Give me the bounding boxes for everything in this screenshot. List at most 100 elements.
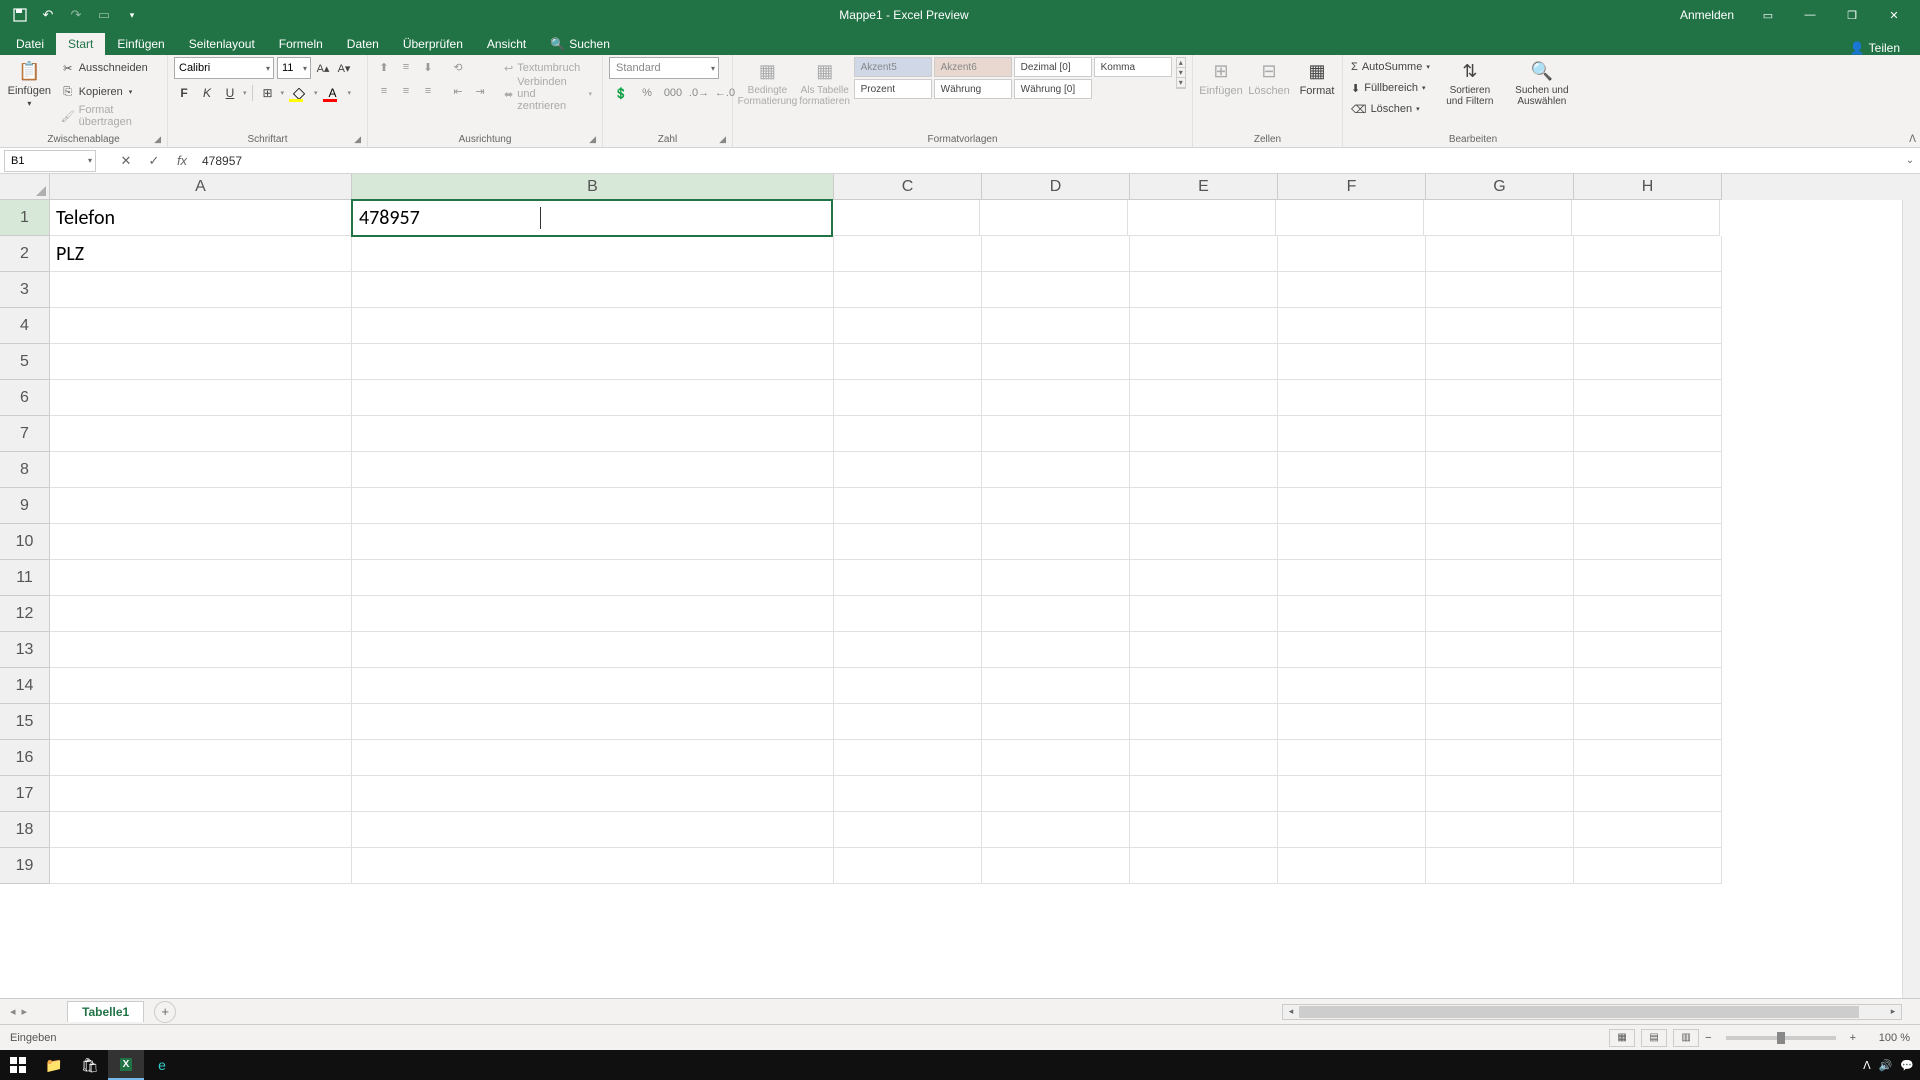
underline-button[interactable]: U bbox=[220, 83, 240, 103]
cell-E1[interactable] bbox=[1128, 200, 1276, 236]
column-header-E[interactable]: E bbox=[1130, 174, 1278, 200]
align-top-button[interactable]: ⬆ bbox=[374, 57, 394, 77]
cell-E19[interactable] bbox=[1130, 848, 1278, 884]
cell-B13[interactable] bbox=[352, 632, 834, 668]
cell-G11[interactable] bbox=[1426, 560, 1574, 596]
style-akzent5[interactable]: Akzent5 bbox=[854, 57, 932, 77]
cell-F12[interactable] bbox=[1278, 596, 1426, 632]
cell-E16[interactable] bbox=[1130, 740, 1278, 776]
cell-A11[interactable] bbox=[50, 560, 352, 596]
row-header-17[interactable]: 17 bbox=[0, 776, 50, 812]
row-header-5[interactable]: 5 bbox=[0, 344, 50, 380]
row-header-9[interactable]: 9 bbox=[0, 488, 50, 524]
cell-D4[interactable] bbox=[982, 308, 1130, 344]
cell-C10[interactable] bbox=[834, 524, 982, 560]
cell-G6[interactable] bbox=[1426, 380, 1574, 416]
cell-A9[interactable] bbox=[50, 488, 352, 524]
cell-A8[interactable] bbox=[50, 452, 352, 488]
cell-A10[interactable] bbox=[50, 524, 352, 560]
column-header-H[interactable]: H bbox=[1574, 174, 1722, 200]
cell-E7[interactable] bbox=[1130, 416, 1278, 452]
zoom-slider[interactable] bbox=[1726, 1036, 1836, 1040]
cell-F14[interactable] bbox=[1278, 668, 1426, 704]
cell-E11[interactable] bbox=[1130, 560, 1278, 596]
cell-A17[interactable] bbox=[50, 776, 352, 812]
cell-C1[interactable] bbox=[832, 200, 980, 236]
cell-H5[interactable] bbox=[1574, 344, 1722, 380]
cell-A14[interactable] bbox=[50, 668, 352, 704]
confirm-edit-button[interactable]: ✓ bbox=[144, 151, 164, 171]
decrease-font-button[interactable]: A▾ bbox=[335, 58, 353, 78]
cell-H18[interactable] bbox=[1574, 812, 1722, 848]
cell-D15[interactable] bbox=[982, 704, 1130, 740]
cell-F10[interactable] bbox=[1278, 524, 1426, 560]
tab-search[interactable]: 🔍Suchen bbox=[538, 33, 622, 55]
fill-color-button[interactable]: ◇ bbox=[287, 83, 311, 103]
cell-C3[interactable] bbox=[834, 272, 982, 308]
share-button[interactable]: 👤Teilen bbox=[1840, 41, 1910, 55]
cell-H17[interactable] bbox=[1574, 776, 1722, 812]
cell-B15[interactable] bbox=[352, 704, 834, 740]
merge-center-button[interactable]: ⬌Verbinden und zentrieren▾ bbox=[500, 83, 596, 105]
format-as-table-button[interactable]: ▦ Als Tabelle formatieren bbox=[800, 57, 850, 109]
cell-H6[interactable] bbox=[1574, 380, 1722, 416]
cell-B16[interactable] bbox=[352, 740, 834, 776]
align-left-button[interactable]: ≡ bbox=[374, 81, 394, 101]
align-middle-button[interactable]: ≡ bbox=[396, 57, 416, 77]
cell-F5[interactable] bbox=[1278, 344, 1426, 380]
cell-E17[interactable] bbox=[1130, 776, 1278, 812]
cell-D14[interactable] bbox=[982, 668, 1130, 704]
row-header-12[interactable]: 12 bbox=[0, 596, 50, 632]
cell-H14[interactable] bbox=[1574, 668, 1722, 704]
cell-A4[interactable] bbox=[50, 308, 352, 344]
insert-function-button[interactable]: fx bbox=[172, 151, 192, 171]
scroll-right-icon[interactable]: ▸ bbox=[1885, 1005, 1901, 1019]
horizontal-scrollbar[interactable]: ◂ ▸ bbox=[1282, 1004, 1902, 1020]
add-sheet-button[interactable]: + bbox=[154, 1001, 176, 1023]
redo-icon[interactable]: ↷ bbox=[66, 5, 86, 25]
qat-customize-icon[interactable]: ▾ bbox=[122, 5, 142, 25]
cut-button[interactable]: ✂Ausschneiden bbox=[57, 57, 161, 79]
cell-E12[interactable] bbox=[1130, 596, 1278, 632]
cell-F17[interactable] bbox=[1278, 776, 1426, 812]
styles-gallery-scroll[interactable]: ▴ ▾ ▾ bbox=[1176, 57, 1186, 89]
cell-B19[interactable] bbox=[352, 848, 834, 884]
zoom-out-button[interactable]: − bbox=[1705, 1032, 1711, 1044]
cell-E3[interactable] bbox=[1130, 272, 1278, 308]
cell-C15[interactable] bbox=[834, 704, 982, 740]
cell-F3[interactable] bbox=[1278, 272, 1426, 308]
format-cells-button[interactable]: ▦ Format bbox=[1295, 57, 1339, 99]
cell-G13[interactable] bbox=[1426, 632, 1574, 668]
row-header-16[interactable]: 16 bbox=[0, 740, 50, 776]
cell-B1[interactable]: 478957 bbox=[351, 199, 833, 237]
cell-H13[interactable] bbox=[1574, 632, 1722, 668]
cell-G1[interactable] bbox=[1424, 200, 1572, 236]
tab-layout[interactable]: Seitenlayout bbox=[177, 33, 267, 55]
cell-C14[interactable] bbox=[834, 668, 982, 704]
decrease-indent-button[interactable]: ⇤ bbox=[448, 81, 468, 101]
zoom-value[interactable]: 100 % bbox=[1862, 1032, 1910, 1044]
cell-C16[interactable] bbox=[834, 740, 982, 776]
sheet-nav-next-icon[interactable]: ▸ bbox=[22, 1005, 28, 1018]
align-bottom-button[interactable]: ⬇ bbox=[418, 57, 438, 77]
vertical-scrollbar[interactable] bbox=[1902, 200, 1920, 998]
style-prozent[interactable]: Prozent bbox=[854, 79, 932, 99]
cell-A19[interactable] bbox=[50, 848, 352, 884]
fill-button[interactable]: ⬇Füllbereich▾ bbox=[1349, 78, 1432, 98]
volume-icon[interactable]: 🔊 bbox=[1879, 1059, 1893, 1072]
style-waehrung0[interactable]: Währung [0] bbox=[1014, 79, 1092, 99]
cell-B7[interactable] bbox=[352, 416, 834, 452]
comma-button[interactable]: 000 bbox=[661, 83, 685, 103]
cell-A15[interactable] bbox=[50, 704, 352, 740]
cell-E8[interactable] bbox=[1130, 452, 1278, 488]
tab-insert[interactable]: Einfügen bbox=[105, 33, 176, 55]
bold-button[interactable]: F bbox=[174, 83, 194, 103]
cell-F6[interactable] bbox=[1278, 380, 1426, 416]
cell-D12[interactable] bbox=[982, 596, 1130, 632]
font-color-button[interactable]: A bbox=[321, 83, 345, 103]
cell-C11[interactable] bbox=[834, 560, 982, 596]
cell-C2[interactable] bbox=[834, 236, 982, 272]
cancel-edit-button[interactable]: ✕ bbox=[116, 151, 136, 171]
column-header-G[interactable]: G bbox=[1426, 174, 1574, 200]
sort-filter-button[interactable]: ⇅ Sortieren und Filtern bbox=[1436, 57, 1504, 109]
